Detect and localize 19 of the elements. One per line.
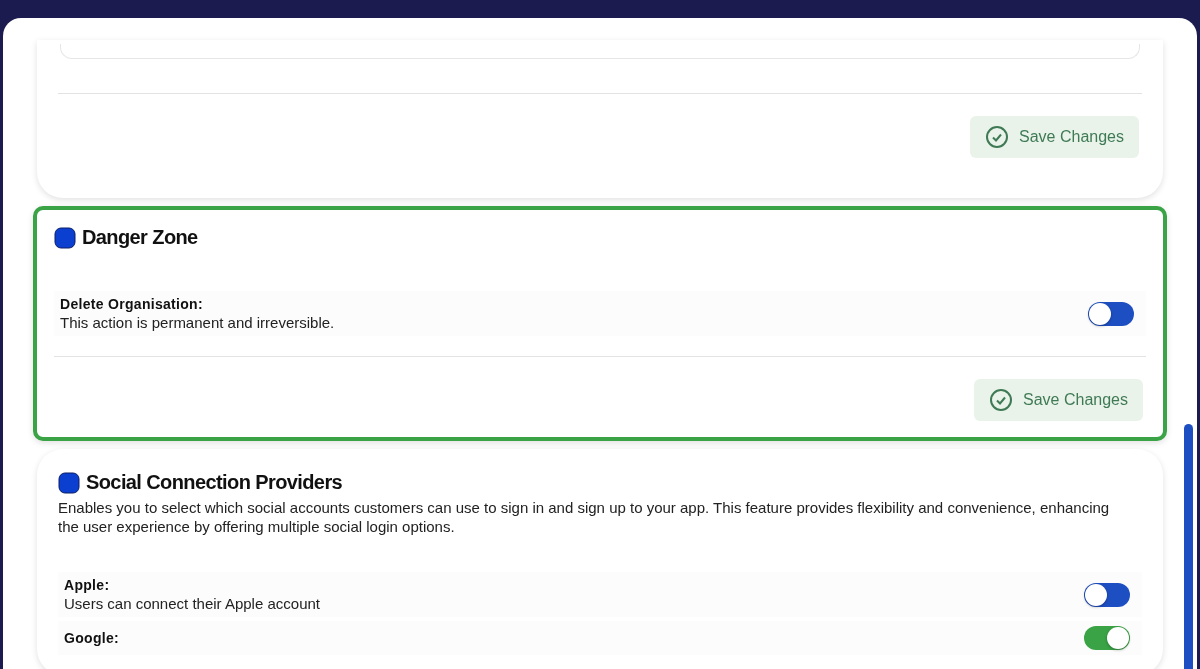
section-description: Enables you to select which social accounts customers can use to sign in and sign up to your app. This feature provides flexibility and convenience, enhancing the user experience by offering multiple social login options. (58, 498, 1111, 536)
section-icon (54, 226, 76, 249)
toggle-switch[interactable] (1084, 582, 1130, 607)
setting-label: Delete Organisation: (60, 296, 204, 312)
save-changes-button[interactable]: Save Changes (970, 116, 1139, 158)
scrollbar[interactable] (1184, 424, 1193, 669)
toggle-switch[interactable] (1084, 626, 1130, 650)
setting-label: Google: (64, 630, 119, 646)
section-title: Danger Zone (82, 226, 198, 249)
section-icon (58, 471, 80, 494)
toggle-switch[interactable] (1088, 301, 1134, 326)
setting-description: Users can connect their Apple account (64, 595, 320, 612)
setting-label: Apple: (64, 577, 111, 593)
setting-description: This action is permanent and irreversible. (60, 314, 335, 331)
save-changes-button[interactable]: Save Changes (974, 379, 1143, 421)
check-circle-icon (989, 388, 1014, 412)
section-title: Social Connection Providers (86, 471, 343, 494)
check-circle-icon (985, 125, 1010, 149)
input-field[interactable] (60, 44, 1140, 59)
